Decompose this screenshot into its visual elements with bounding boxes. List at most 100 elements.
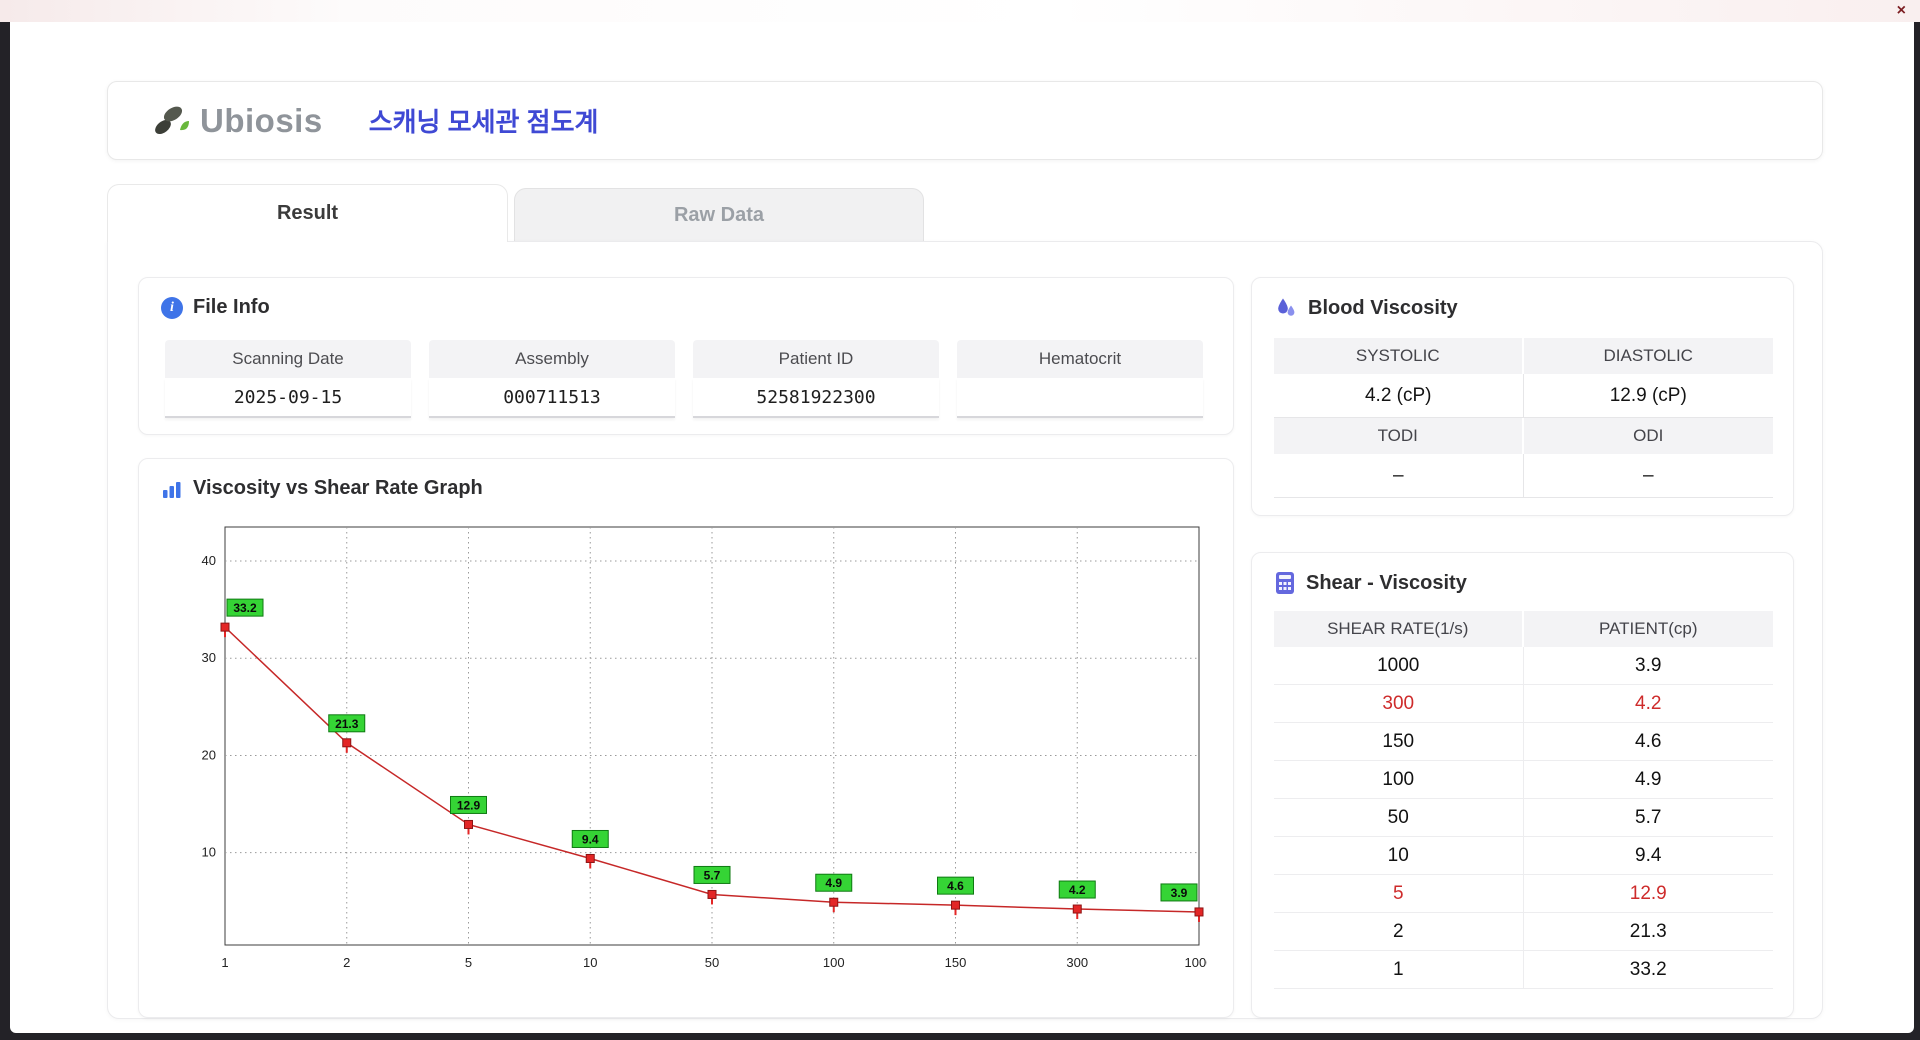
field-value: 2025-09-15 <box>165 378 411 418</box>
data-point-marker <box>1072 904 1082 914</box>
graph-title: Viscosity vs Shear Rate Graph <box>193 477 483 499</box>
data-point-label: 4.6 <box>937 876 974 895</box>
drops-icon <box>1278 298 1295 316</box>
odi-header: ODI <box>1523 418 1773 454</box>
field-assembly: Assembly 000711513 <box>429 340 675 418</box>
patient-value-cell: 4.6 <box>1523 723 1773 761</box>
data-point-label: 33.2 <box>226 598 264 617</box>
file-info-card: i File Info Scanning Date 2025-09-15 Ass… <box>138 277 1234 435</box>
file-info-title: File Info <box>193 296 270 318</box>
svg-text:30: 30 <box>202 650 216 665</box>
data-point-marker <box>829 897 839 907</box>
svg-text:40: 40 <box>202 553 216 568</box>
svg-text:20: 20 <box>202 747 216 762</box>
shear-viscosity-table: SHEAR RATE(1/s) PATIENT(cp) 1000 3.9 300 4.… <box>1274 611 1773 989</box>
data-point-marker <box>707 889 717 899</box>
app-window: Ubiosis 스캐닝 모세관 점도계 Result Raw Data i Fi… <box>10 22 1914 1033</box>
logo: Ubiosis <box>150 100 323 142</box>
data-point-label: 21.3 <box>328 714 366 733</box>
window-titlebar: × <box>0 0 1920 22</box>
graph-card: Viscosity vs Shear Rate Graph 10 20 30 40 1 2… <box>138 458 1234 1018</box>
tab-result[interactable]: Result <box>107 184 508 242</box>
patient-value-cell: 12.9 <box>1523 875 1773 913</box>
svg-text:3.9: 3.9 <box>1171 886 1188 900</box>
shear-rate-cell: 5 <box>1274 875 1524 913</box>
patient-value-cell: 21.3 <box>1523 913 1773 951</box>
blood-viscosity-grid: SYSTOLIC DIASTOLIC 4.2 (cP) 12.9 (cP) TO… <box>1274 338 1773 498</box>
svg-text:5: 5 <box>465 955 472 970</box>
todi-value: – <box>1274 454 1524 498</box>
info-icon: i <box>161 296 183 319</box>
patient-value-cell: 5.7 <box>1523 799 1773 837</box>
patient-value-cell: 4.2 <box>1523 685 1773 723</box>
patient-value-cell: 4.9 <box>1523 761 1773 799</box>
graph-title-row: Viscosity vs Shear Rate Graph <box>161 477 483 500</box>
field-label: Patient ID <box>693 340 939 378</box>
svg-text:50: 50 <box>705 955 719 970</box>
field-patient-id: Patient ID 52581922300 <box>693 340 939 418</box>
svg-text:4.6: 4.6 <box>947 879 964 893</box>
shear-rate-cell: 150 <box>1274 723 1524 761</box>
shear-rate-cell: 1 <box>1274 951 1524 989</box>
tab-result-label: Result <box>276 202 339 224</box>
tab-raw-data-label: Raw Data <box>673 204 765 226</box>
field-label: Hematocrit <box>957 340 1203 378</box>
data-point-label: 4.2 <box>1058 880 1096 899</box>
svg-text:1000: 1000 <box>1185 955 1207 970</box>
svg-text:300: 300 <box>1066 955 1088 970</box>
data-point-label: 4.9 <box>815 873 853 892</box>
field-value: 52581922300 <box>693 378 939 418</box>
data-point-marker <box>220 622 230 632</box>
shear-rate-cell: 1000 <box>1274 647 1524 685</box>
chart-svg: 10 20 30 40 1 2 5 10 50 100 150 300 1000 33.2 21.3 12.9… <box>202 526 1213 970</box>
svg-text:21.3: 21.3 <box>335 717 359 731</box>
odi-value: – <box>1523 454 1773 498</box>
shear-rate-cell: 50 <box>1274 799 1524 837</box>
systolic-header: SYSTOLIC <box>1274 338 1524 374</box>
svg-text:5.7: 5.7 <box>704 868 721 882</box>
logo-leaf-icon <box>155 106 189 134</box>
shear-rate-cell: 2 <box>1274 913 1524 951</box>
blood-viscosity-card: Blood Viscosity SYSTOLIC DIASTOLIC 4.2 (… <box>1251 277 1794 516</box>
blood-viscosity-title: Blood Viscosity <box>1308 296 1458 319</box>
field-label: Assembly <box>429 340 675 378</box>
data-point-label: 9.4 <box>571 829 609 848</box>
svg-text:2: 2 <box>343 955 350 970</box>
shear-rate-cell: 100 <box>1274 761 1524 799</box>
field-hematocrit: Hematocrit <box>957 340 1203 418</box>
systolic-value: 4.2 (cP) <box>1274 374 1524 418</box>
field-label: Scanning Date <box>165 340 411 378</box>
shear-title-row: Shear - Viscosity <box>1274 571 1467 595</box>
svg-text:4.2: 4.2 <box>1069 883 1086 897</box>
svg-text:33.2: 33.2 <box>233 601 257 615</box>
file-info-title-row: i File Info <box>161 296 270 319</box>
field-value <box>957 378 1203 418</box>
data-point-marker <box>951 900 960 910</box>
diastolic-value: 12.9 (cP) <box>1523 374 1773 418</box>
shear-rate-cell: 300 <box>1274 685 1524 723</box>
viscosity-chart: 10 20 30 40 1 2 5 10 50 100 150 300 1000 33.2 21.3 12.9… <box>167 517 1213 987</box>
svg-text:1: 1 <box>221 955 228 970</box>
blood-viscosity-title-row: Blood Viscosity <box>1274 296 1458 320</box>
shear-rate-column-header: SHEAR RATE(1/s) <box>1274 611 1524 647</box>
calculator-icon <box>1276 572 1294 594</box>
patient-column-header: PATIENT(cp) <box>1523 611 1773 647</box>
patient-value-cell: 3.9 <box>1523 647 1773 685</box>
app-header: Ubiosis 스캐닝 모세관 점도계 <box>107 81 1823 160</box>
svg-text:100: 100 <box>823 955 845 970</box>
data-point-marker <box>464 819 473 829</box>
svg-text:10: 10 <box>583 955 597 970</box>
data-point-label: 3.9 <box>1160 883 1198 902</box>
data-point-label: 5.7 <box>693 865 731 884</box>
close-icon[interactable]: × <box>1897 1 1906 21</box>
patient-value-cell: 33.2 <box>1523 951 1773 989</box>
field-scanning-date: Scanning Date 2025-09-15 <box>165 340 411 418</box>
svg-text:12.9: 12.9 <box>457 798 481 812</box>
diastolic-header: DIASTOLIC <box>1523 338 1773 374</box>
data-point-marker <box>1194 907 1204 917</box>
chart-bars-icon <box>163 481 181 498</box>
tab-raw-data[interactable]: Raw Data <box>514 188 924 242</box>
logo-text: Ubiosis <box>200 101 323 139</box>
svg-text:9.4: 9.4 <box>582 832 599 846</box>
file-info-fields: Scanning Date 2025-09-15 Assembly 000711… <box>165 340 1203 418</box>
